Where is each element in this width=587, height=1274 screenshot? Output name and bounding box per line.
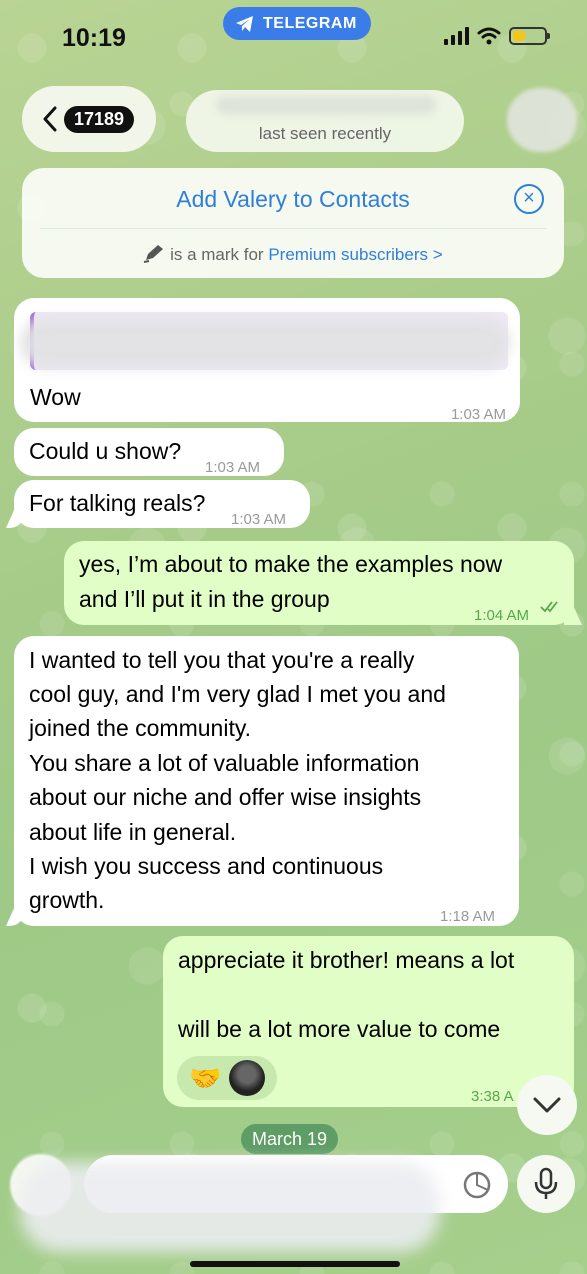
clock-time: 10:19	[62, 24, 126, 52]
signal-icon	[444, 27, 469, 45]
telegram-pill-label: TELEGRAM	[263, 14, 357, 32]
add-contact-button[interactable]: Add Valery to Contacts	[22, 186, 564, 213]
premium-link[interactable]: Premium subscribers	[268, 245, 428, 264]
message-line: growth.	[29, 887, 105, 913]
clock-icon[interactable]	[462, 1170, 492, 1200]
reaction-chip[interactable]: 🤝	[177, 1056, 277, 1100]
message-line: joined the community.	[29, 715, 252, 741]
message-line: about our niche and offer wise insights	[29, 784, 422, 810]
message-line: I wanted to tell you that you're a reall…	[29, 647, 415, 673]
date-separator: March 19	[241, 1124, 339, 1154]
back-chevron-icon	[43, 106, 57, 132]
message-line: yes, I’m about to make the examples now	[79, 551, 503, 577]
message-time: 1:03 AM	[450, 406, 506, 423]
premium-note-text: is a mark for	[170, 245, 264, 264]
status-bar: 10:19 TELEGRAM	[0, 0, 587, 70]
back-button[interactable]: 17189	[22, 86, 156, 152]
double-check-icon	[540, 601, 558, 613]
chat-title[interactable]: last seen recently	[186, 90, 464, 152]
draft-text-redacted	[20, 1162, 440, 1252]
message-bubble[interactable]: Wow 1:03 AM	[14, 298, 520, 423]
status-icons	[444, 27, 550, 45]
message-bubble[interactable]: For talking reals? 1:03 AM	[14, 480, 310, 528]
voice-record-button[interactable]	[517, 1155, 575, 1213]
last-seen-status: last seen recently	[258, 124, 392, 143]
avatar[interactable]	[507, 88, 577, 152]
message-bubble[interactable]: I wanted to tell you that you're a reall…	[14, 636, 519, 926]
premium-note: is a mark for Premium subscribers >	[22, 243, 564, 265]
message-line: about life in general.	[29, 819, 237, 845]
message-line: cool guy, and I'm very glad I met you an…	[29, 681, 446, 707]
message-time: 3:38 A	[471, 1088, 514, 1105]
battery-icon	[509, 27, 550, 45]
message-text: Wow	[30, 384, 81, 410]
message-line: I wish you success and continuous	[29, 853, 384, 879]
message-time: 1:03 AM	[231, 511, 287, 528]
message-time: 1:18 AM	[440, 908, 496, 925]
close-circle-icon[interactable]: ×	[514, 184, 544, 214]
wifi-icon	[477, 27, 501, 45]
telegram-pill[interactable]: TELEGRAM	[223, 7, 371, 40]
mic-icon	[534, 1167, 558, 1199]
divider	[40, 228, 546, 229]
message-line: appreciate it brother! means a lot	[178, 947, 515, 973]
avatar	[229, 1060, 266, 1096]
premium-chevron: >	[432, 245, 443, 264]
unread-badge: 17189	[64, 105, 135, 133]
message-text: For talking reals?	[29, 490, 206, 516]
message-bubble[interactable]: Could u show? 1:03 AM	[14, 428, 284, 476]
chevron-down-icon	[533, 1097, 561, 1113]
message-text: Could u show?	[29, 438, 182, 464]
pen-icon	[144, 245, 164, 263]
telegram-icon	[236, 15, 253, 32]
message-time: 1:04 AM	[474, 607, 530, 624]
contact-name-redacted	[216, 96, 436, 114]
message-line: You share a lot of valuable information	[29, 750, 420, 776]
scroll-down-button[interactable]	[517, 1075, 577, 1135]
reply-quote-redacted	[20, 318, 510, 368]
message-line: will be a lot more value to come	[178, 1016, 501, 1042]
add-contact-banner: Add Valery to Contacts × is a mark for P…	[22, 168, 564, 278]
message-bubble[interactable]: yes, I’m about to make the examples now …	[64, 541, 574, 625]
message-bubble[interactable]: appreciate it brother! means a lot will …	[163, 936, 574, 1107]
message-line: and I’ll put it in the group	[79, 586, 330, 612]
handshake-icon: 🤝	[189, 1063, 222, 1093]
home-indicator[interactable]	[190, 1261, 400, 1267]
